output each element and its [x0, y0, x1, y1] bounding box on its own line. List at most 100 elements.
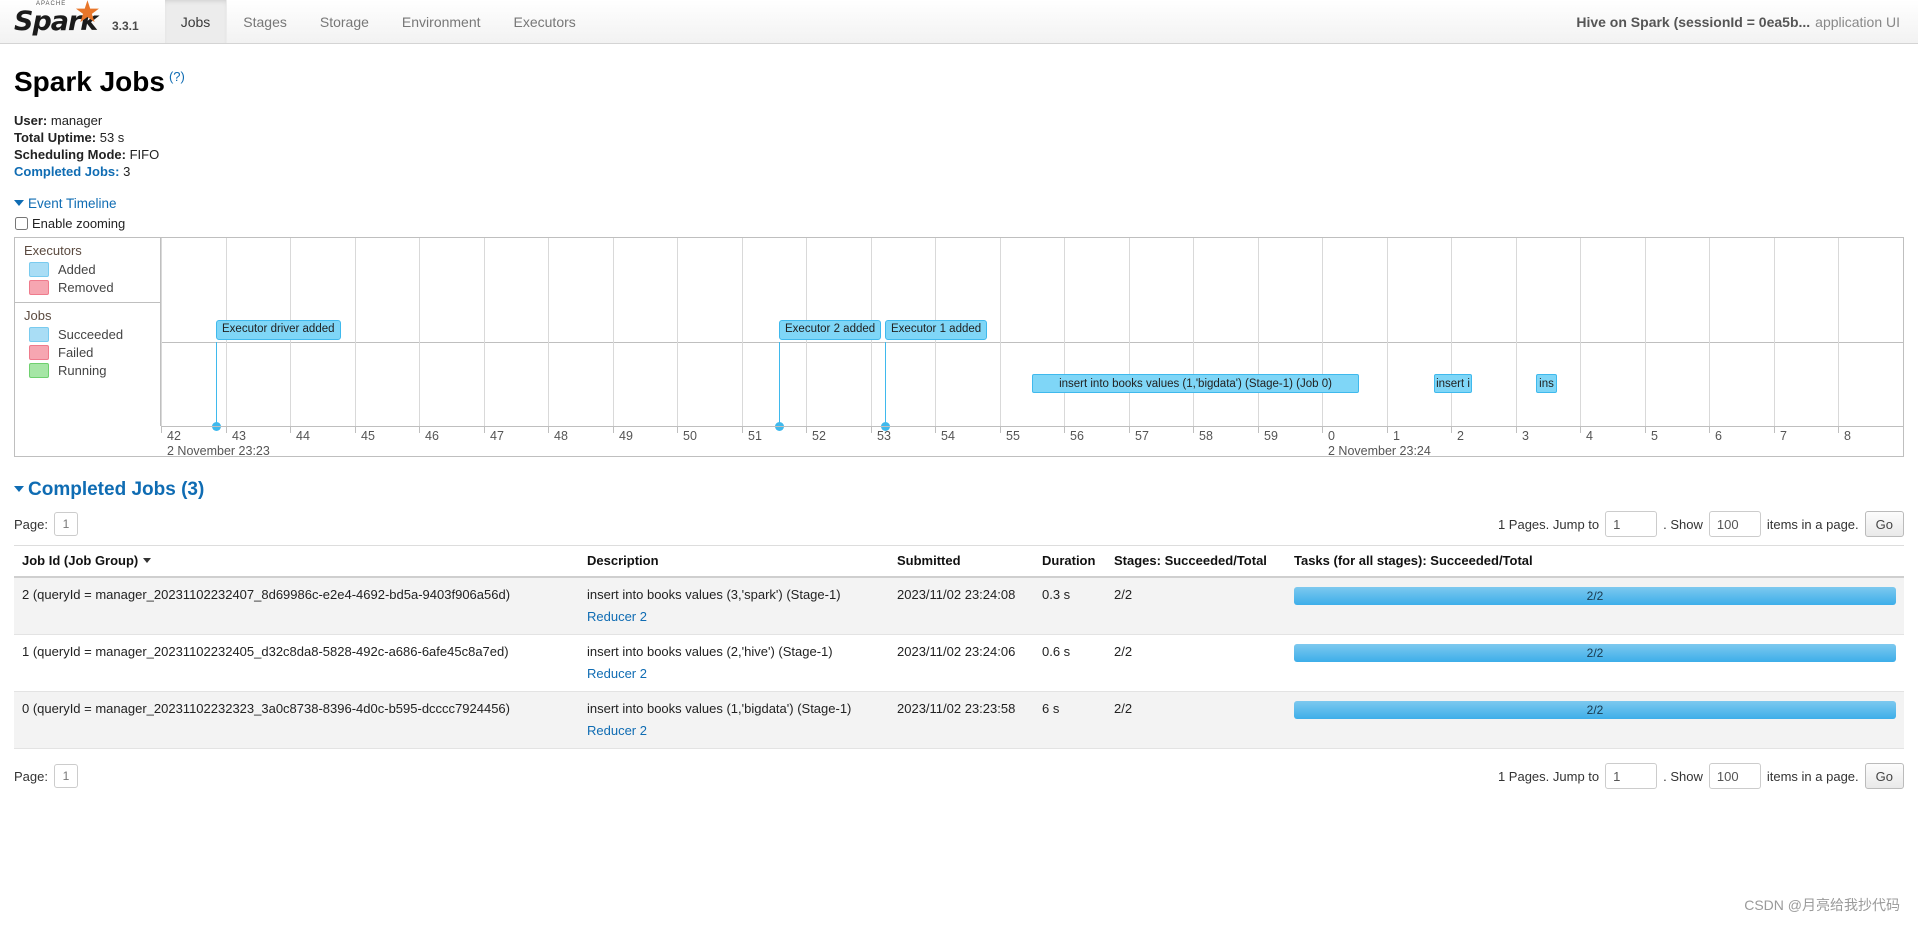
summary-completed-jobs-link[interactable]: Completed Jobs:: [14, 164, 119, 179]
axis-tick: [1193, 427, 1194, 433]
column-header-description[interactable]: Description: [579, 545, 889, 578]
axis-tick-label: 46: [425, 429, 439, 443]
legend-swatch-running: [29, 363, 49, 378]
column-header-stages[interactable]: Stages: Succeeded/Total: [1106, 545, 1286, 578]
timeline-gridline: [1516, 238, 1517, 426]
legend-item-executor-added: Added: [29, 262, 160, 277]
bottom-jump-to-input[interactable]: [1605, 763, 1658, 789]
column-header-job-id[interactable]: Job Id (Job Group): [14, 545, 579, 578]
enable-zooming-checkbox[interactable]: [15, 217, 28, 230]
legend-jobs-title: Jobs: [24, 308, 52, 323]
navbar-app-info: Hive on Spark (sessionId = 0ea5b... appl…: [1576, 0, 1918, 43]
timeline-gridline: [742, 238, 743, 426]
cell-tasks: 2/2: [1286, 691, 1904, 749]
axis-tick-label: 7: [1780, 429, 1787, 443]
axis-tick-label: 54: [941, 429, 955, 443]
cell-description-main: insert into books values (2,'hive') (Sta…: [587, 644, 833, 659]
event-timeline-toggle[interactable]: Event Timeline: [14, 196, 117, 211]
cell-submitted: 2023/11/02 23:24:06: [889, 634, 1034, 692]
timeline-executor-event-label[interactable]: Executor 1 added: [885, 320, 988, 340]
cell-stages: 2/2: [1106, 577, 1286, 635]
column-header-duration[interactable]: Duration: [1034, 545, 1106, 578]
nav-item-stages[interactable]: Stages: [227, 0, 304, 43]
axis-tick: [742, 427, 743, 433]
bottom-pagination-bar: Page: 1 1 Pages. Jump to . Show items in…: [14, 763, 1904, 789]
summary-total-uptime-label: Total Uptime:: [14, 130, 97, 145]
timeline-legend: Executors Added Removed Jobs Succeeded F…: [15, 238, 161, 426]
enable-zooming-row: Enable zooming: [15, 216, 1904, 231]
nav-item-jobs[interactable]: Jobs: [164, 0, 228, 43]
bottom-go-button[interactable]: Go: [1864, 763, 1904, 789]
timeline-gridline: [484, 238, 485, 426]
help-icon[interactable]: (?): [169, 69, 185, 84]
page-title: Spark Jobs (?): [14, 66, 1904, 98]
nav-item-storage[interactable]: Storage: [304, 0, 386, 43]
bottom-page-number[interactable]: 1: [53, 764, 78, 788]
cell-description: insert into books values (3,'spark') (St…: [579, 577, 889, 635]
spark-logo-link[interactable]: APACHE Spark 3.3.1: [0, 0, 147, 43]
timeline-executor-event-label[interactable]: Executor driver added: [216, 320, 341, 340]
axis-tick-label: 57: [1135, 429, 1149, 443]
timeline-event-stem: [779, 342, 780, 426]
event-timeline-chart[interactable]: Executors Added Removed Jobs Succeeded F…: [14, 237, 1904, 457]
legend-item-job-succeeded: Succeeded: [29, 327, 160, 342]
timeline-gridline: [1129, 238, 1130, 426]
event-timeline-toggle-label: Event Timeline: [28, 196, 117, 211]
timeline-gridline: [1193, 238, 1194, 426]
cell-description-link[interactable]: Reducer 2: [587, 666, 881, 681]
timeline-gridline: [1774, 238, 1775, 426]
enable-zooming-label[interactable]: Enable zooming: [32, 216, 125, 231]
timeline-gridline: [1580, 238, 1581, 426]
nav-item-executors[interactable]: Executors: [498, 0, 593, 43]
cell-description-link[interactable]: Reducer 2: [587, 609, 881, 624]
timeline-job-bar[interactable]: insert into books values (1,'bigdata') (…: [1032, 374, 1359, 393]
axis-tick: [1838, 427, 1839, 433]
top-items-per-page-input[interactable]: [1708, 511, 1761, 537]
application-ui-label: application UI: [1815, 13, 1900, 30]
summary-user: User: manager: [14, 112, 1904, 129]
axis-tick: [484, 427, 485, 433]
axis-tick: [290, 427, 291, 433]
timeline-gridline: [1322, 238, 1323, 426]
timeline-job-bar[interactable]: ins: [1536, 374, 1557, 393]
axis-tick: [677, 427, 678, 433]
bottom-pages-text: 1 Pages. Jump to: [1497, 768, 1600, 784]
bottom-page-label: Page:: [14, 768, 48, 784]
axis-tick-label: 2: [1457, 429, 1464, 443]
axis-tick: [1774, 427, 1775, 433]
timeline-executor-event-label[interactable]: Executor 2 added: [779, 320, 882, 340]
column-header-tasks[interactable]: Tasks (for all stages): Succeeded/Total: [1286, 545, 1904, 578]
top-page-number[interactable]: 1: [53, 512, 78, 536]
axis-tick: [1451, 427, 1452, 433]
timeline-gridline: [419, 238, 420, 426]
summary-user-value: manager: [50, 113, 103, 128]
top-go-button[interactable]: Go: [1864, 511, 1904, 537]
task-progress-wrap: 2/2: [1294, 587, 1896, 605]
completed-jobs-table-body: 2 (queryId = manager_20231102232407_8d69…: [14, 577, 1904, 749]
legend-label-added: Added: [58, 262, 96, 277]
top-jump-to-input[interactable]: [1605, 511, 1658, 537]
cell-duration: 0.6 s: [1034, 634, 1106, 692]
navbar-items: Jobs Stages Storage Environment Executor…: [164, 0, 593, 43]
top-page-label: Page:: [14, 516, 48, 532]
axis-tick-label: 6: [1715, 429, 1722, 443]
column-header-submitted[interactable]: Submitted: [889, 545, 1034, 578]
axis-tick-label: 59: [1264, 429, 1278, 443]
bottom-items-per-page-input[interactable]: [1708, 763, 1761, 789]
app-name-label: Hive on Spark (sessionId = 0ea5b...: [1576, 13, 1811, 30]
axis-tick: [419, 427, 420, 433]
task-progress-wrap: 2/2: [1294, 644, 1896, 662]
summary-completed-jobs: Completed Jobs: 3: [14, 163, 1904, 180]
cell-stages: 2/2: [1106, 634, 1286, 692]
page-title-text: Spark Jobs: [14, 66, 165, 97]
completed-jobs-section-toggle[interactable]: Completed Jobs (3): [14, 479, 1904, 501]
cell-description-link[interactable]: Reducer 2: [587, 723, 881, 738]
caret-down-icon: [14, 200, 24, 206]
axis-tick-label: 3: [1522, 429, 1529, 443]
timeline-job-bar[interactable]: insert i: [1434, 374, 1472, 393]
nav-item-environment[interactable]: Environment: [386, 0, 498, 43]
legend-label-succeeded: Succeeded: [58, 327, 124, 342]
axis-tick-label: 0: [1328, 429, 1335, 443]
completed-jobs-section-title: Completed Jobs (3): [28, 479, 205, 500]
summary-scheduling-mode-value: FIFO: [129, 147, 160, 162]
